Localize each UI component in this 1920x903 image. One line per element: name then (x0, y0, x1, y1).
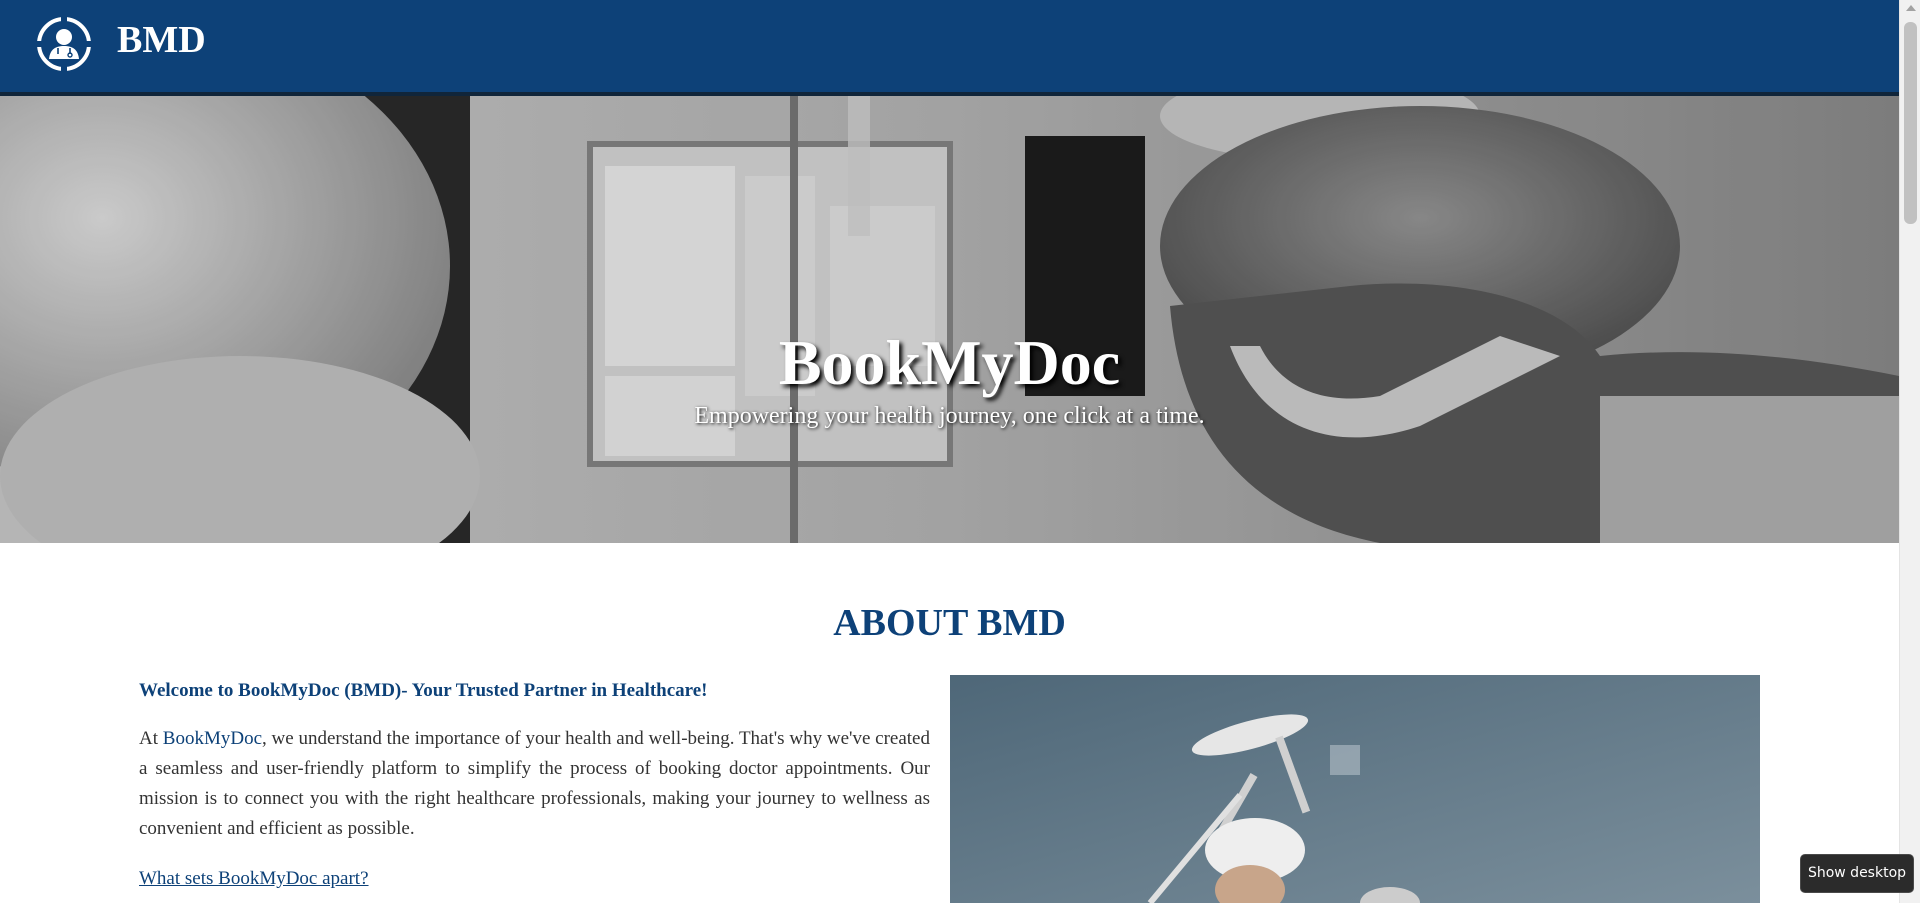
brand-name-highlight: BookMyDoc (162, 728, 263, 749)
top-navbar: BMD (0, 0, 1899, 96)
about-heading: ABOUT BMD (833, 602, 1066, 644)
about-text-column: Welcome to BookMyDoc (BMD)- Your Trusted… (139, 676, 930, 894)
hero-background-image (0, 96, 1899, 543)
scroll-thumb[interactable] (1904, 22, 1917, 224)
what-sets-apart-link[interactable]: What sets BookMyDoc apart? (139, 868, 369, 889)
doctor-icon[interactable] (36, 16, 92, 72)
welcome-heading: Welcome to BookMyDoc (BMD)- Your Trusted… (139, 680, 708, 701)
brand-title[interactable]: BMD (117, 18, 206, 62)
about-paragraph: At BookMyDoc, we understand the importan… (139, 724, 930, 844)
hero-subtitle: Empowering your health journey, one clic… (694, 403, 1205, 429)
show-desktop-tooltip: Show desktop (1800, 854, 1914, 893)
hero-title: BookMyDoc (778, 327, 1121, 398)
about-surgery-image (950, 675, 1760, 903)
hero-banner: BookMyDoc Empowering your health journey… (0, 96, 1899, 543)
para-prefix: At (139, 728, 163, 749)
vertical-scrollbar[interactable] (1899, 0, 1920, 903)
scroll-up-arrow-icon[interactable] (1906, 5, 1916, 11)
